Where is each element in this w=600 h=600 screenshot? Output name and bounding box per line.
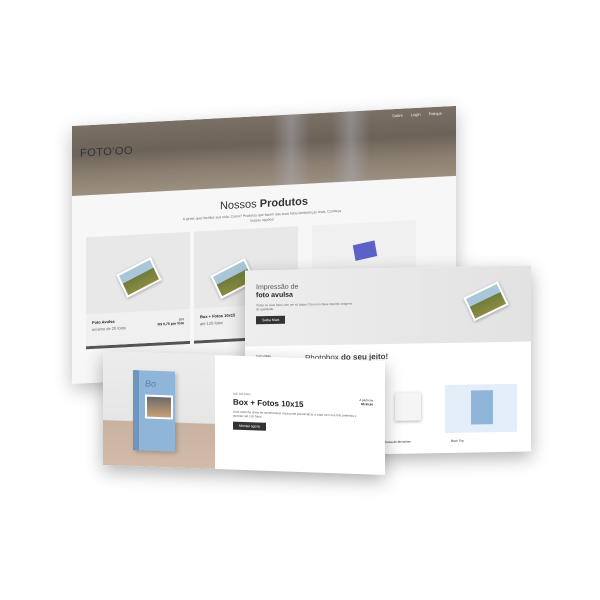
- box-product-screenshot: Bo Até 120 fotos Box + Fotos 10x15 Uma c…: [103, 351, 385, 475]
- build-now-button[interactable]: Montar agora: [233, 421, 266, 431]
- nav-item[interactable]: Fotique: [429, 111, 442, 117]
- memory-box-image: [395, 392, 421, 421]
- section-title-bold: foto avulsa: [256, 291, 293, 300]
- product-text: Uma caixinha cheia de sentimentos! Você …: [233, 409, 357, 419]
- product-photo: Bo: [103, 351, 215, 469]
- nav-item[interactable]: Login: [411, 112, 421, 118]
- nav-item[interactable]: Sobre: [392, 113, 403, 119]
- product-card[interactable]: Foto Avulsa mínimo de 20 fotos por R$ 0,75…: [86, 231, 190, 350]
- top-nav: Sobre Login Fotique: [392, 111, 442, 119]
- product-image: [352, 240, 378, 261]
- eyebrow: Até 120 fotos: [233, 391, 251, 397]
- learn-more-button[interactable]: Saiba Mais: [256, 315, 286, 325]
- book-trip-image: [445, 383, 517, 434]
- item-label[interactable]: Book Trip: [451, 439, 464, 443]
- logo: FOTO'OO: [80, 144, 134, 160]
- photo-image: [116, 257, 162, 298]
- photo-image: [463, 281, 509, 322]
- section-title: Impressão de: [256, 283, 299, 292]
- product-title: Box + Fotos 10x15: [233, 397, 304, 410]
- section-text: Todas as suas fotos com um só clique! Co…: [256, 301, 353, 312]
- hero-banner: FOTO'OO Sobre Login Fotique: [72, 105, 456, 196]
- item-label[interactable]: Caixa de Memórias: [385, 440, 411, 444]
- price: A partir de R$ 99,90: [359, 398, 373, 407]
